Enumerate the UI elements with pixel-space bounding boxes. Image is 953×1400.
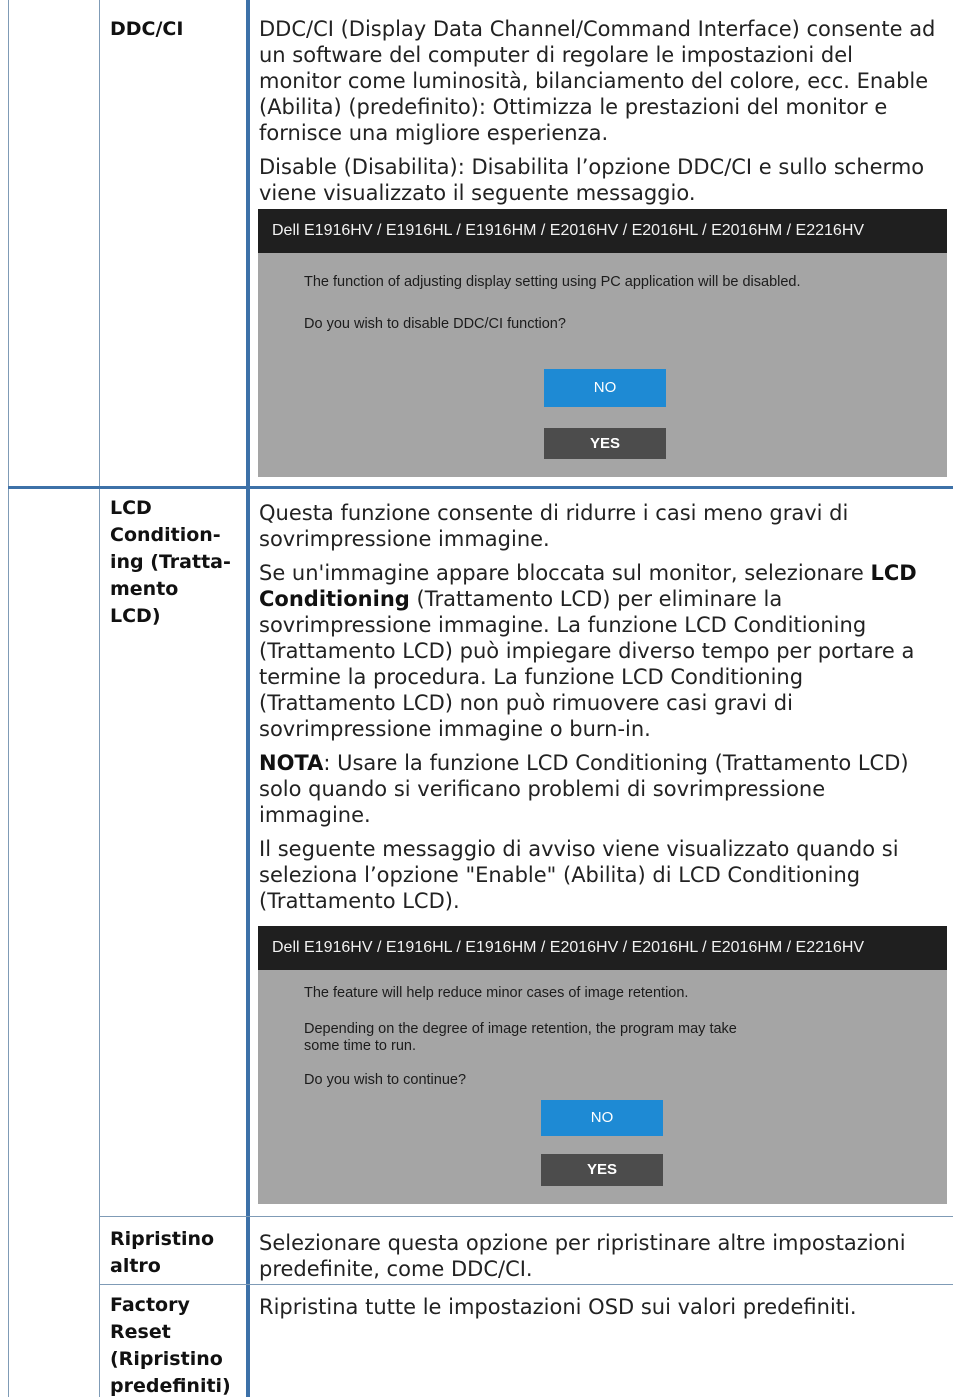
table-border-col2 — [246, 0, 250, 1397]
row-label-other-reset: Ripristino altro — [110, 1228, 215, 1277]
lcd-paragraph-2: Se un'immagine appare bloccata sul monit… — [259, 561, 917, 741]
lcd-paragraph-4: Il seguente messaggio di avviso viene vi… — [259, 837, 899, 913]
row-desc-lcd-conditioning: Questa funzione consente di ridurre i ca… — [259, 500, 939, 922]
osd-message-disable: The function of adjusting display settin… — [304, 274, 801, 290]
ddcci-paragraph-2: Disable (Disabilita): Disabilita l’opzio… — [259, 155, 925, 205]
lcd-paragraph-1: Questa funzione consente di ridurre i ca… — [259, 501, 849, 551]
row-label-ddcci: DDC/CI — [110, 18, 184, 40]
row-divider-2 — [99, 1216, 953, 1217]
row-desc-factory-reset: Ripristina tutte le impostazioni OSD sui… — [259, 1295, 857, 1319]
ddcci-osd-dialog: Dell E1916HV / E1916HL / E1916HM / E2016… — [258, 209, 947, 477]
osd-no-button[interactable]: NO — [544, 369, 666, 407]
lcd-note: NOTA: Usare la funzione LCD Conditioning… — [259, 751, 909, 827]
osd-message-feature: The feature will help reduce minor cases… — [304, 985, 689, 1001]
row-divider-1 — [8, 486, 953, 489]
row-desc-other-reset: Selezionare questa opzione per ripristin… — [259, 1231, 906, 1281]
osd-dialog-title: Dell E1916HV / E1916HL / E1916HM / E2016… — [258, 926, 947, 970]
osd-no-button[interactable]: NO — [541, 1100, 663, 1136]
row-label-lcd-conditioning: LCD Condition-ing (Tratta-mento LCD) — [110, 497, 231, 627]
row-label-factory-reset: Factory Reset (Ripristino predefiniti) — [110, 1294, 231, 1397]
table-border-left — [8, 0, 9, 1397]
table-border-col1 — [99, 0, 100, 1397]
row-divider-3 — [99, 1284, 953, 1285]
lcd-osd-dialog: Dell E1916HV / E1916HL / E1916HM / E2016… — [258, 926, 947, 1204]
row-desc-ddcci: DDC/CI (Display Data Channel/Command Int… — [259, 16, 939, 214]
osd-question-continue: Do you wish to continue? — [304, 1072, 467, 1088]
osd-yes-button[interactable]: YES — [544, 428, 666, 459]
ddcci-paragraph-1: DDC/CI (Display Data Channel/Command Int… — [259, 17, 936, 145]
osd-question-disable: Do you wish to disable DDC/CI function? — [304, 316, 566, 332]
osd-dialog-title: Dell E1916HV / E1916HL / E1916HM / E2016… — [258, 209, 947, 253]
osd-yes-button[interactable]: YES — [541, 1154, 663, 1186]
osd-message-depending-line2: some time to run. — [304, 1038, 417, 1054]
